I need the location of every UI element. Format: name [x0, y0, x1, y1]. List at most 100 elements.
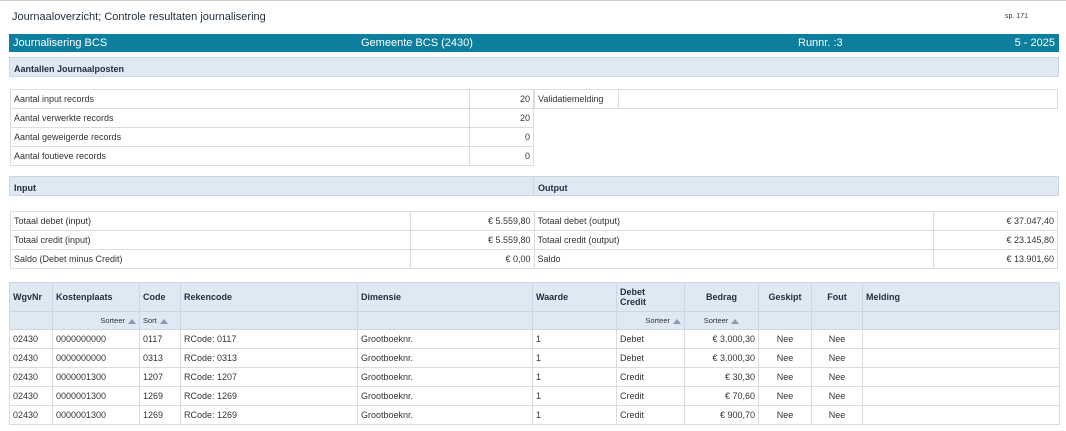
- input-value: € 5.559,80: [409, 230, 535, 250]
- sort-code-label: Sort: [143, 316, 157, 325]
- aantallen-label: Aantal foutieve records: [9, 146, 471, 166]
- bar-left-label: Journalisering BCS: [13, 37, 108, 49]
- section-aantallen: Aantallen Journaalposten: [9, 57, 1059, 77]
- sort-debetcredit-button[interactable]: Sorteer: [616, 311, 685, 330]
- col-header-kostenplaats: Kostenplaats: [52, 282, 140, 312]
- section-input-title: Input: [14, 183, 36, 193]
- cell-rekencode: RCode: 1269: [180, 386, 358, 406]
- aantallen-value: 20: [469, 108, 534, 128]
- sort-bedrag-button[interactable]: Sorteer: [684, 311, 759, 330]
- section-aantallen-title: Aantallen Journaalposten: [14, 64, 125, 74]
- aantallen-row: Aantal geweigerde records 0: [9, 127, 534, 147]
- cell-dc: Debet: [616, 348, 685, 368]
- col-header-dimensie: Dimensie: [357, 282, 533, 312]
- cell-bedrag: € 900,70: [684, 405, 759, 425]
- cell-geskipt: Nee: [758, 405, 812, 425]
- cell-code: 0313: [139, 348, 181, 368]
- cell-geskipt: Nee: [758, 386, 812, 406]
- cell-code: 1207: [139, 367, 181, 387]
- aantallen-value: 0: [469, 127, 534, 147]
- validatie-table: Validatiemelding: [534, 89, 1059, 109]
- section-output-title: Output: [538, 183, 568, 193]
- sort-code-button[interactable]: Sort: [139, 311, 181, 330]
- input-label: Totaal debet (input): [10, 211, 411, 231]
- totals-table: Totaal debet (input) € 5.559,80 Totaal deb…: [10, 211, 1058, 269]
- cell-dc: Credit: [616, 367, 685, 387]
- aantallen-value: 0: [469, 146, 534, 166]
- cell-bedrag: € 70,60: [684, 386, 759, 406]
- cell-fout: Nee: [811, 367, 863, 387]
- cell-dc: Credit: [616, 405, 685, 425]
- journaal-table: WgvNr Kostenplaats Code Rekencode Dimens…: [9, 282, 1060, 425]
- table-row: 02430 0000001300 1269 RCode: 1269 Grootboekn…: [9, 386, 1060, 406]
- input-label: Totaal credit (input): [10, 230, 411, 250]
- cell-melding: [862, 405, 1060, 425]
- cell-wgvnr: 02430: [9, 386, 53, 406]
- output-label: Saldo: [533, 249, 935, 269]
- aantallen-label: Aantal input records: [9, 89, 471, 109]
- table-row: 02430 0000001300 1269 RCode: 1269 Grootboekn…: [9, 405, 1060, 425]
- col-header-waarde: Waarde: [532, 282, 617, 312]
- output-label: Totaal credit (output): [533, 230, 935, 250]
- cell-kostenplaats: 0000001300: [52, 405, 140, 425]
- aantallen-label: Aantal geweigerde records: [9, 127, 471, 147]
- cell-waarde: 1: [532, 348, 617, 368]
- col-header-credit: Credit: [620, 297, 647, 307]
- cell-melding: [862, 329, 1060, 349]
- table-row: 02430 0000001300 1207 RCode: 1207 Grootboekn…: [9, 367, 1060, 387]
- output-value: € 37.047,40: [933, 211, 1058, 231]
- cell-fout: Nee: [811, 348, 863, 368]
- table-row: 02430 0000000000 0313 RCode: 0313 Grootboekn…: [9, 348, 1060, 368]
- cell-code: 1269: [139, 386, 181, 406]
- validatie-label: Validatiemelding: [534, 89, 619, 109]
- cell-rekencode: RCode: 0117: [180, 329, 358, 349]
- cell-kostenplaats: 0000000000: [52, 348, 140, 368]
- cell-dimensie: Grootboeknr.: [357, 348, 533, 368]
- cell-dimensie: Grootboeknr.: [357, 367, 533, 387]
- output-label: Totaal debet (output): [533, 211, 935, 231]
- sort-kostenplaats-button[interactable]: Sorteer: [52, 311, 140, 330]
- sort-up-icon: [731, 318, 740, 324]
- sort-debetcredit-label: Sorteer: [645, 316, 670, 325]
- cell-fout: Nee: [811, 329, 863, 349]
- cell-kostenplaats: 0000000000: [52, 329, 140, 349]
- sort-up-icon: [128, 318, 136, 324]
- cell-bedrag: € 3.000,30: [684, 329, 759, 349]
- cell-fout: Nee: [811, 386, 863, 406]
- aantallen-label: Aantal verwerkte records: [9, 108, 471, 128]
- cell-rekencode: RCode: 1207: [180, 367, 358, 387]
- totals-row: Totaal debet (input) € 5.559,80 Totaal deb…: [10, 211, 1058, 231]
- aantallen-row: Aantal input records 20: [9, 89, 534, 109]
- section-output: Output: [533, 176, 1059, 196]
- validatie-value: [617, 89, 1059, 109]
- page-title: Journaaloverzicht; Controle resultaten j…: [12, 11, 266, 23]
- cell-geskipt: Nee: [758, 367, 812, 387]
- cell-rekencode: RCode: 1269: [180, 405, 358, 425]
- sort-kostenplaats-label: Sorteer: [100, 316, 125, 325]
- aantallen-value: 20: [469, 89, 534, 109]
- cell-waarde: 1: [532, 405, 617, 425]
- col-header-geskipt: Geskipt: [758, 282, 812, 312]
- bar-run-number: Runnr. :3: [798, 37, 843, 49]
- aantallen-row: Aantal verwerkte records 20: [9, 108, 534, 128]
- col-header-wgvnr: WgvNr: [9, 282, 53, 312]
- output-value: € 23.145,80: [933, 230, 1058, 250]
- cell-waarde: 1: [532, 386, 617, 406]
- totals-row: Saldo (Debet minus Credit) € 0,00 Saldo € 1…: [10, 249, 1058, 269]
- cell-fout: Nee: [811, 405, 863, 425]
- cell-rekencode: RCode: 0313: [180, 348, 358, 368]
- cell-geskipt: Nee: [758, 329, 812, 349]
- col-header-debet-credit: Debet Credit: [616, 282, 685, 312]
- bar-municipality: Gemeente BCS (2430): [361, 37, 473, 49]
- cell-geskipt: Nee: [758, 348, 812, 368]
- table-row: 02430 0000000000 0117 RCode: 0117 Grootboekn…: [9, 329, 1060, 349]
- col-header-melding: Melding: [862, 282, 1060, 312]
- cell-code: 1269: [139, 405, 181, 425]
- output-value: € 13.901,60: [933, 249, 1058, 269]
- cell-wgvnr: 02430: [9, 367, 53, 387]
- aantallen-row: Aantal foutieve records 0: [9, 146, 534, 166]
- cell-kostenplaats: 0000001300: [52, 386, 140, 406]
- cell-bedrag: € 3.000,30: [684, 348, 759, 368]
- section-input: Input: [9, 176, 535, 196]
- cell-waarde: 1: [532, 367, 617, 387]
